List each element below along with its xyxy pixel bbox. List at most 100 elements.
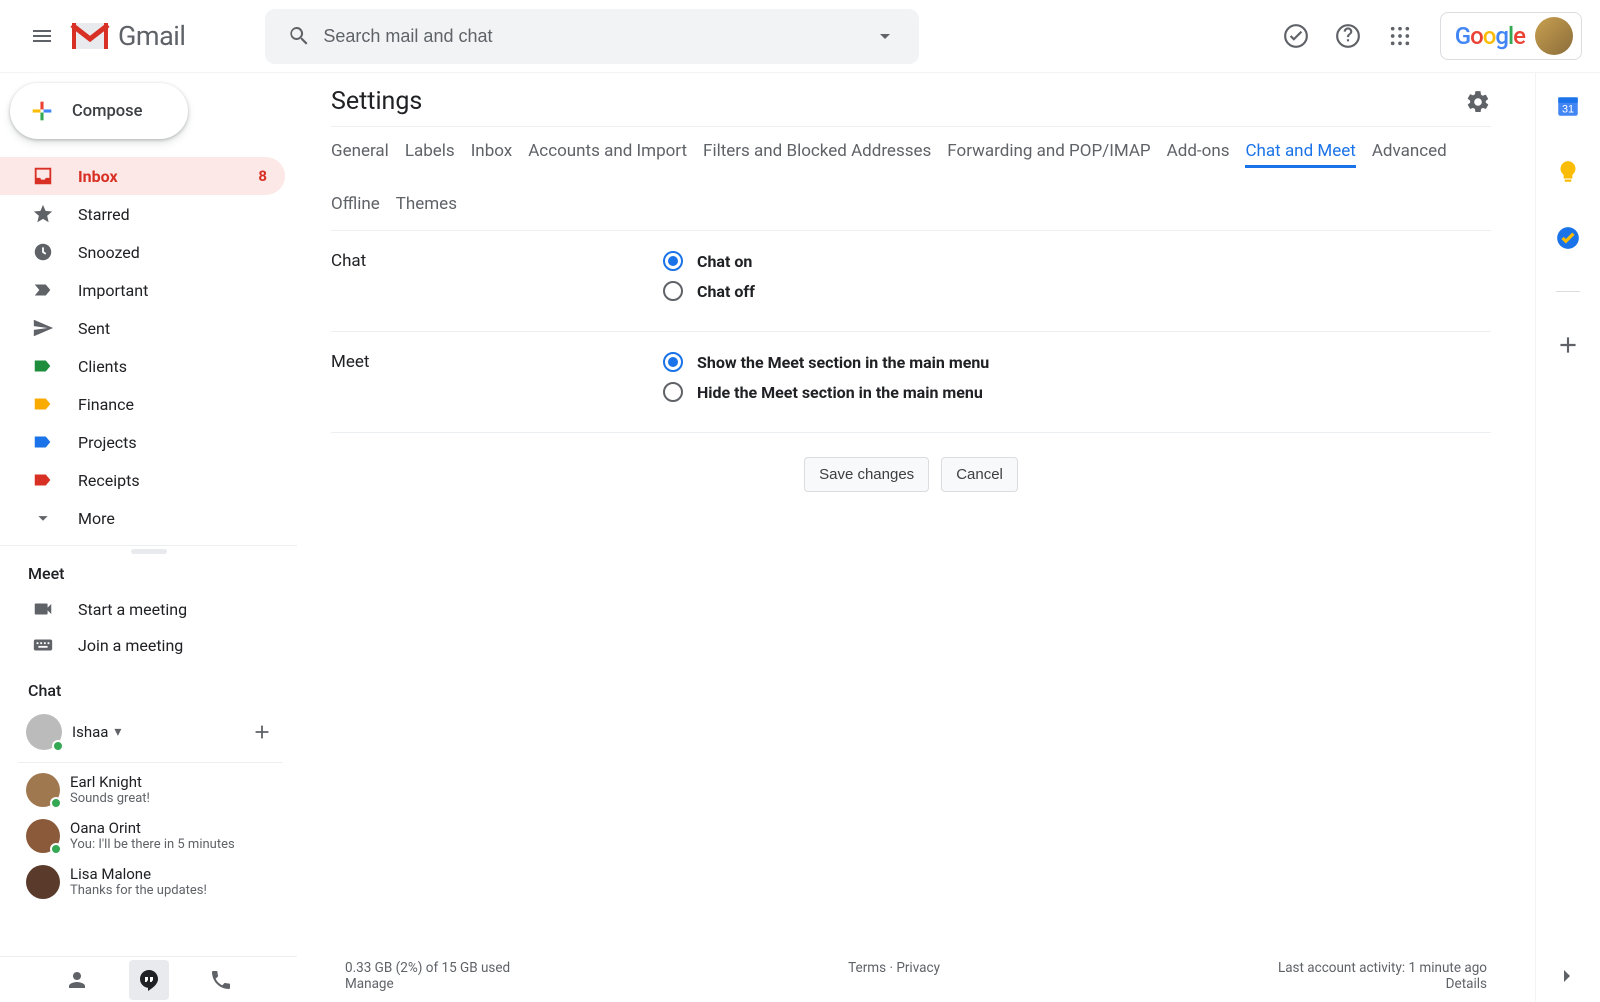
google-logo: Google <box>1455 22 1525 50</box>
phone-button[interactable] <box>201 960 241 1000</box>
apps-launcher-button[interactable] <box>1378 14 1422 58</box>
send-icon <box>30 315 56 341</box>
avatar <box>26 773 60 807</box>
radio-input[interactable] <box>663 352 683 372</box>
sidebar-item-label: Receipts <box>78 471 267 490</box>
tab-offline[interactable]: Offline <box>331 194 380 218</box>
phone-icon <box>209 968 233 992</box>
new-chat-button[interactable] <box>251 721 273 743</box>
tab-addons[interactable]: Add-ons <box>1167 141 1230 168</box>
tasks-addon-button[interactable] <box>1555 225 1581 251</box>
svg-text:31: 31 <box>1562 104 1574 116</box>
hangouts-button[interactable] <box>129 960 169 1000</box>
chat-contact[interactable]: Oana Orint You: I'll be there in 5 minut… <box>0 813 297 859</box>
join-meeting-button[interactable]: Join a meeting <box>0 627 297 663</box>
radio-meet-show[interactable]: Show the Meet section in the main menu <box>663 352 1491 372</box>
brand-text: Gmail <box>118 20 185 52</box>
divider <box>1556 291 1580 292</box>
radio-input[interactable] <box>663 281 683 301</box>
support-button[interactable] <box>1326 14 1370 58</box>
tab-general[interactable]: General <box>331 141 389 168</box>
sidebar-item-inbox[interactable]: Inbox 8 <box>0 157 285 195</box>
sidebar-item-receipts[interactable]: Receipts <box>0 461 285 499</box>
person-icon <box>65 968 89 992</box>
privacy-link[interactable]: Privacy <box>896 960 940 976</box>
hangouts-icon <box>137 968 161 992</box>
sidebar-item-finance[interactable]: Finance <box>0 385 285 423</box>
meet-item-label: Join a meeting <box>78 636 297 655</box>
sidebar-item-sent[interactable]: Sent <box>0 309 285 347</box>
radio-input[interactable] <box>663 382 683 402</box>
radio-input[interactable] <box>663 251 683 271</box>
hamburger-icon <box>30 24 54 48</box>
brand[interactable]: Gmail <box>70 20 185 52</box>
tab-chat-meet[interactable]: Chat and Meet <box>1245 141 1355 168</box>
sidebar-item-snoozed[interactable]: Snoozed <box>0 233 285 271</box>
chevron-right-icon <box>1554 964 1578 988</box>
radio-chat-off[interactable]: Chat off <box>663 281 1491 301</box>
tab-advanced[interactable]: Advanced <box>1372 141 1447 168</box>
chat-contact-name: Oana Orint <box>70 819 235 837</box>
star-icon <box>30 201 56 227</box>
tab-forwarding-pop-imap[interactable]: Forwarding and POP/IMAP <box>947 141 1150 168</box>
tab-inbox[interactable]: Inbox <box>471 141 513 168</box>
tab-filters-blocked[interactable]: Filters and Blocked Addresses <box>703 141 931 168</box>
calendar-icon: 31 <box>1555 93 1581 119</box>
divider <box>18 762 283 763</box>
cancel-button[interactable]: Cancel <box>941 457 1018 492</box>
header-icons: Google <box>1274 12 1582 60</box>
sidebar-item-label: Inbox <box>78 167 258 186</box>
radio-chat-on[interactable]: Chat on <box>663 251 1491 271</box>
activity-text: Last account activity: 1 minute ago <box>1278 960 1487 976</box>
chat-contact[interactable]: Earl Knight Sounds great! <box>0 767 297 813</box>
inbox-icon <box>30 163 56 189</box>
tab-accounts-import[interactable]: Accounts and Import <box>528 141 687 168</box>
chat-contact[interactable]: Lisa Malone Thanks for the updates! <box>0 859 297 905</box>
compose-button[interactable]: Compose <box>10 83 188 139</box>
calendar-addon-button[interactable]: 31 <box>1555 93 1581 119</box>
keep-addon-button[interactable] <box>1555 159 1581 185</box>
contacts-button[interactable] <box>57 960 97 1000</box>
terms-link[interactable]: Terms <box>848 960 886 976</box>
sidebar-item-label: Clients <box>78 357 267 376</box>
header: Gmail Google <box>0 0 1600 73</box>
search-icon[interactable] <box>275 12 323 60</box>
meet-item-label: Start a meeting <box>78 600 297 619</box>
sidebar-item-starred[interactable]: Starred <box>0 195 285 233</box>
chevron-down-icon <box>873 24 897 48</box>
storage-text: 0.33 GB (2%) of 15 GB used <box>345 960 510 976</box>
sidebar-item-important[interactable]: Important <box>0 271 285 309</box>
settings-gear-button[interactable] <box>1465 89 1491 115</box>
keep-icon <box>1555 159 1581 185</box>
sidebar-item-projects[interactable]: Projects <box>0 423 285 461</box>
chat-section-title: Chat <box>0 663 297 708</box>
tab-labels[interactable]: Labels <box>405 141 455 168</box>
gmail-logo-icon <box>70 21 110 51</box>
ready-status-icon[interactable] <box>1274 14 1318 58</box>
label-icon <box>30 353 56 379</box>
main-menu-button[interactable] <box>18 12 66 60</box>
sidebar-item-more[interactable]: More <box>0 499 285 537</box>
manage-storage-link[interactable]: Manage <box>345 976 394 992</box>
account-chip[interactable]: Google <box>1440 12 1582 60</box>
chat-contact-name: Lisa Malone <box>70 865 207 883</box>
save-button[interactable]: Save changes <box>804 457 929 492</box>
chat-self-status[interactable]: Ishaa ▾ <box>0 708 297 756</box>
start-meeting-button[interactable]: Start a meeting <box>0 591 297 627</box>
details-link[interactable]: Details <box>1446 976 1487 992</box>
hide-side-panel-button[interactable] <box>1554 964 1578 988</box>
sidebar-item-clients[interactable]: Clients <box>0 347 285 385</box>
sidebar-item-label: Finance <box>78 395 267 414</box>
search-options-button[interactable] <box>861 12 909 60</box>
label-icon <box>30 391 56 417</box>
radio-meet-hide[interactable]: Hide the Meet section in the main menu <box>663 382 1491 402</box>
search-input[interactable] <box>323 26 861 47</box>
search-bar[interactable] <box>265 9 919 64</box>
chevron-down-icon <box>30 505 56 531</box>
inbox-count: 8 <box>258 167 267 185</box>
chat-contact-snippet: Sounds great! <box>70 791 150 806</box>
tab-themes[interactable]: Themes <box>396 194 457 218</box>
get-addons-button[interactable] <box>1555 332 1581 358</box>
avatar[interactable] <box>1535 17 1573 55</box>
setting-meet: Meet Show the Meet section in the main m… <box>331 332 1491 433</box>
